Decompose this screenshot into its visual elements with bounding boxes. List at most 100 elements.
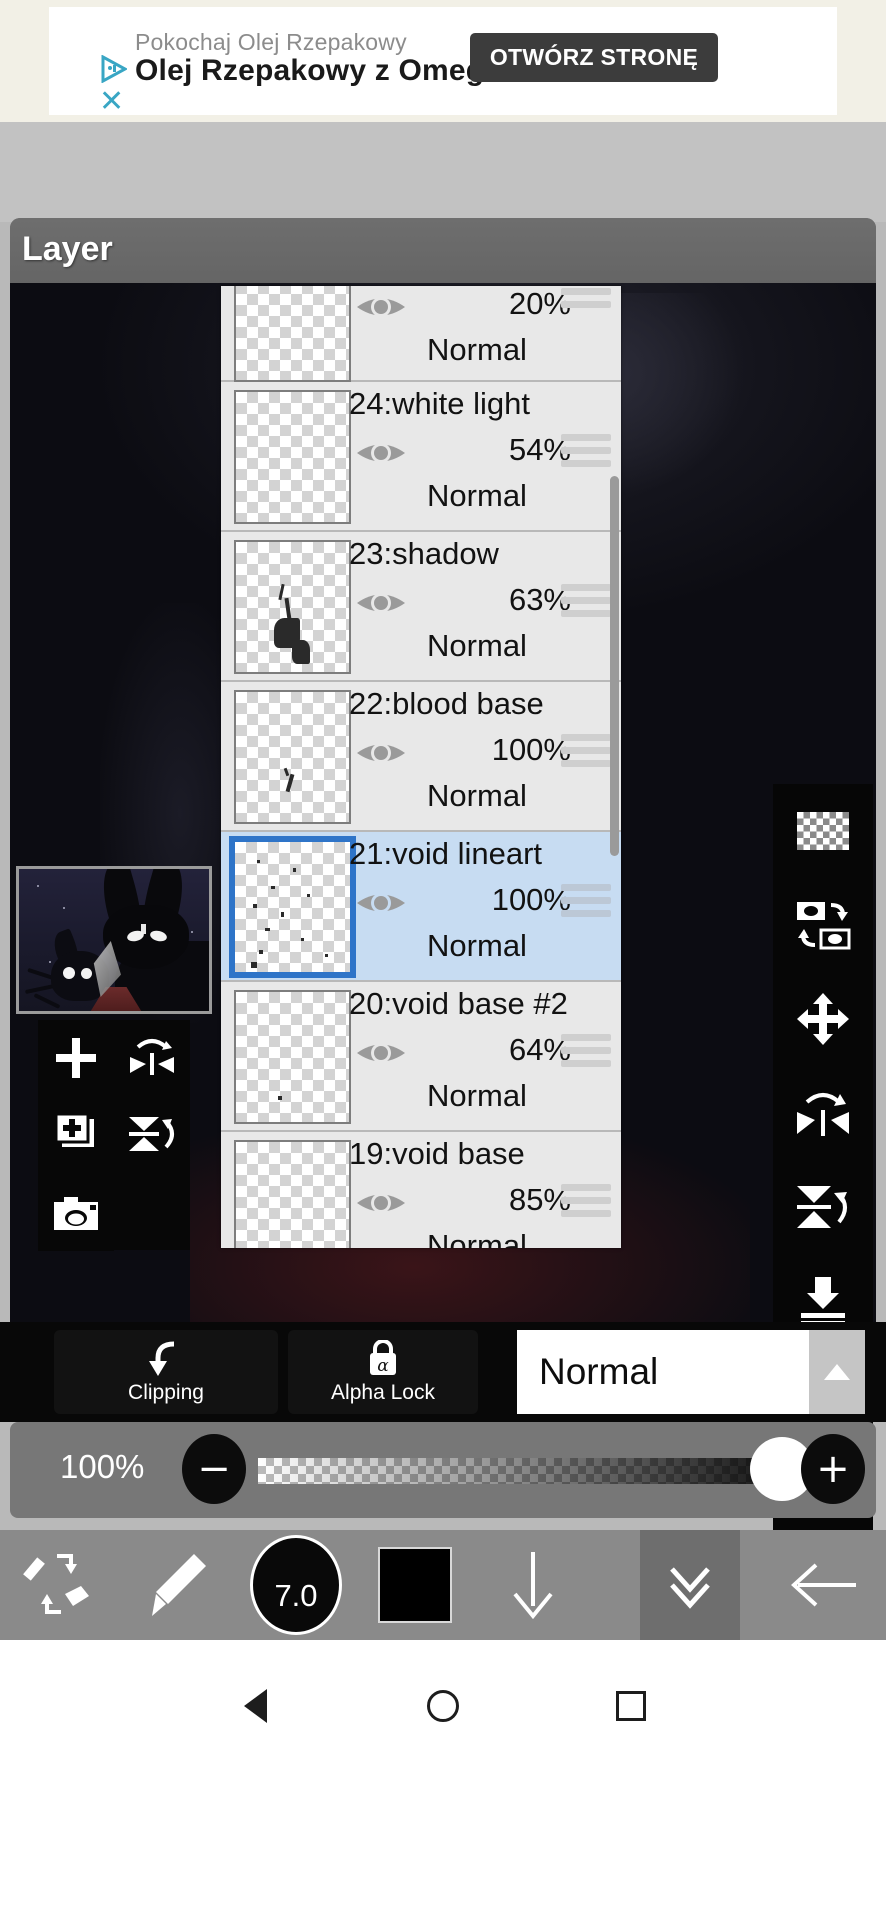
clipping-button[interactable]: Clipping <box>54 1330 278 1414</box>
brush-size-indicator: 7.0 <box>250 1535 342 1635</box>
drag-handle-icon[interactable] <box>561 884 611 918</box>
flip-horizontal-button[interactable] <box>773 1066 873 1160</box>
opacity-slider-track[interactable] <box>258 1458 781 1484</box>
advertisement-banner[interactable]: ✕ Pokochaj Olej Rzepakowy Olej Rzepakowy… <box>0 0 886 122</box>
layer-name: 19:void base <box>349 1136 525 1171</box>
drag-handle-icon[interactable] <box>561 434 611 468</box>
nav-home-button[interactable] <box>403 1666 483 1746</box>
layer-thumbnail[interactable] <box>234 390 351 524</box>
double-chevron-down-icon <box>670 1567 710 1609</box>
flip-vertical-icon <box>797 1186 847 1228</box>
layer-name: 22:blood base <box>349 686 544 721</box>
table-row[interactable]: 19:void base 85% Normal <box>221 1132 621 1248</box>
visibility-eye-icon[interactable] <box>353 288 409 326</box>
opacity-value: 100% <box>60 1448 145 1485</box>
flip-horizontal-rotate-icon <box>130 1039 174 1075</box>
ad-cta-button[interactable]: OTWÓRZ STRONĘ <box>470 33 718 82</box>
move-layer-icon <box>797 993 849 1045</box>
nav-back-button[interactable] <box>215 1666 295 1746</box>
layer-thumbnail[interactable] <box>234 690 351 824</box>
layer-opacity: 64% <box>508 1032 571 1067</box>
layer-list-scrollbar[interactable] <box>610 476 619 856</box>
layer-thumbnail[interactable] <box>234 990 351 1124</box>
layer-thumbnail[interactable] <box>234 540 351 674</box>
nav-recents-button[interactable] <box>591 1666 671 1746</box>
merge-down-icon <box>801 1277 845 1326</box>
visibility-eye-icon[interactable] <box>353 434 409 472</box>
arrow-left-icon <box>791 1563 856 1607</box>
visibility-eye-icon[interactable] <box>353 584 409 622</box>
layer-name: 24:white light <box>349 386 530 421</box>
android-navigation-bar <box>0 1640 886 1920</box>
arrow-down-button[interactable] <box>474 1530 592 1640</box>
drag-handle-icon[interactable] <box>561 288 611 322</box>
visibility-eye-icon[interactable] <box>353 734 409 772</box>
back-button[interactable] <box>760 1530 886 1640</box>
visibility-eye-icon[interactable] <box>353 884 409 922</box>
layer-blend-mode: Normal <box>427 1228 527 1248</box>
opacity-increase-button[interactable]: + <box>801 1434 865 1504</box>
layer-thumbnail[interactable] <box>234 286 351 382</box>
layer-thumbnail[interactable] <box>229 836 356 978</box>
visibility-eye-icon[interactable] <box>353 1184 409 1222</box>
opacity-decrease-button[interactable]: − <box>182 1434 246 1504</box>
color-swatch-button[interactable] <box>356 1530 474 1640</box>
table-row[interactable]: 20% Normal <box>221 286 621 382</box>
table-row[interactable]: 20:void base #2 64% Normal <box>221 982 621 1132</box>
camera-import-icon <box>54 1197 98 1230</box>
clipping-arrow-icon <box>146 1340 186 1378</box>
brush-size-button[interactable]: 7.0 <box>236 1530 356 1640</box>
layer-blend-mode: Normal <box>427 478 527 513</box>
ad-choices-play-icon[interactable] <box>101 55 127 83</box>
collapse-panel-button[interactable] <box>640 1530 740 1640</box>
flip-vertical-rotate-button[interactable] <box>114 1096 190 1172</box>
canvas-preview-thumbnail[interactable] <box>16 866 212 1014</box>
table-row[interactable]: 24:white light 54% Normal <box>221 382 621 532</box>
nav-back-triangle-icon <box>243 1689 267 1723</box>
current-color-swatch <box>378 1547 452 1623</box>
layer-opacity: 63% <box>508 582 571 617</box>
undo-redo-button[interactable] <box>0 1530 118 1640</box>
drag-handle-icon[interactable] <box>561 1184 611 1218</box>
svg-text:α: α <box>377 1356 389 1376</box>
layer-blend-mode: Normal <box>427 928 527 963</box>
drag-handle-icon[interactable] <box>561 1034 611 1068</box>
flip-vertical-rotate-icon <box>129 1117 174 1151</box>
brush-size-value: 7.0 <box>274 1578 318 1613</box>
layer-thumbnail[interactable] <box>234 1140 351 1248</box>
add-layer-button[interactable] <box>38 1020 114 1096</box>
layer-opacity: 85% <box>508 1182 571 1217</box>
blend-mode-value: Normal <box>539 1351 659 1392</box>
clipping-label: Clipping <box>128 1380 204 1404</box>
table-row[interactable]: 23:shadow 63% Normal <box>221 532 621 682</box>
layer-name: 20:void base #2 <box>349 986 568 1021</box>
layer-name: 23:shadow <box>349 536 499 571</box>
move-layer-button[interactable] <box>773 972 873 1066</box>
ad-close-icon[interactable]: ✕ <box>99 87 124 117</box>
layer-list[interactable]: 20% Normal 24:white light 54% Normal 23:… <box>221 286 621 1248</box>
visibility-eye-icon[interactable] <box>353 1034 409 1072</box>
layer-blend-mode: Normal <box>427 628 527 663</box>
blend-mode-select[interactable]: Normal <box>517 1330 865 1414</box>
camera-import-button[interactable] <box>38 1176 114 1252</box>
table-row-selected[interactable]: 21:void lineart 100% Normal <box>221 832 621 982</box>
bottom-toolbar: 7.0 <box>0 1530 886 1640</box>
layer-blend-mode: Normal <box>427 1078 527 1113</box>
duplicate-layer-button[interactable] <box>38 1096 114 1172</box>
brush-icon <box>152 1554 206 1616</box>
table-row[interactable]: 22:blood base 100% Normal <box>221 682 621 832</box>
drag-handle-icon[interactable] <box>561 734 611 768</box>
flip-horizontal-rotate-button[interactable] <box>114 1020 190 1096</box>
transparency-checker-button[interactable] <box>773 784 873 878</box>
flip-horizontal-icon <box>797 1093 849 1136</box>
alpha-lock-button[interactable]: α Alpha Lock <box>288 1330 478 1414</box>
layer-name: 21:void lineart <box>349 836 543 871</box>
ad-content[interactable]: ✕ Pokochaj Olej Rzepakowy Olej Rzepakowy… <box>49 7 837 117</box>
swap-layers-button[interactable] <box>773 878 873 972</box>
flip-vertical-button[interactable] <box>773 1160 873 1254</box>
page-title: Layer <box>22 230 113 268</box>
nav-recents-square-icon <box>616 1691 646 1721</box>
drag-handle-icon[interactable] <box>561 584 611 618</box>
brush-tool-button[interactable] <box>118 1530 236 1640</box>
chevron-up-icon[interactable] <box>809 1330 865 1414</box>
